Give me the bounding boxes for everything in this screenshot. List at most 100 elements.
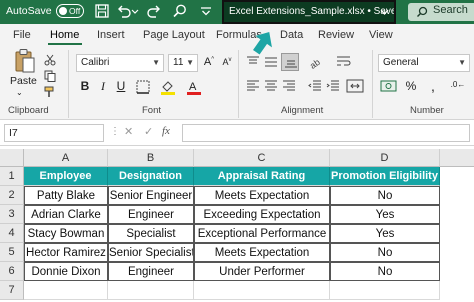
row-header-4[interactable]: 4: [0, 224, 24, 243]
middle-align-icon[interactable]: [264, 56, 278, 68]
paste-label[interactable]: Paste: [10, 75, 37, 87]
file-name-box[interactable]: Excel Extensions_Sample.xlsx • Saved: [222, 0, 396, 24]
redo-icon[interactable]: [146, 3, 162, 19]
percent-style-icon[interactable]: %: [404, 79, 418, 93]
name-box[interactable]: I7: [4, 124, 104, 142]
title-bar: AutoSave Off Excel Extensions_Sample.xls…: [0, 0, 474, 24]
column-header-b[interactable]: B: [108, 149, 194, 167]
undo-dropdown-icon[interactable]: [131, 3, 139, 19]
customize-toolbar-icon[interactable]: [198, 3, 214, 19]
column-header-c[interactable]: C: [194, 149, 330, 167]
table-cell[interactable]: Engineer: [108, 205, 194, 224]
accounting-format-icon[interactable]: [380, 79, 398, 93]
worksheet-grid: A B C D 1 2 3 4 5 6 7 Employee Designati…: [0, 149, 474, 302]
paste-dropdown-icon[interactable]: ⌄: [16, 88, 23, 97]
decrease-font-size-icon[interactable]: Av: [220, 57, 234, 67]
format-painter-icon[interactable]: [44, 86, 56, 98]
table-cell[interactable]: Hector Ramirez: [24, 243, 108, 262]
row-header-2[interactable]: 2: [0, 186, 24, 205]
align-right-icon[interactable]: [282, 80, 296, 92]
tab-home[interactable]: Home: [50, 29, 79, 41]
empty-cell[interactable]: [194, 281, 330, 300]
table-cell[interactable]: Stacy Bowman: [24, 224, 108, 243]
undo-icon[interactable]: [116, 3, 132, 19]
bottom-align-button[interactable]: [281, 53, 299, 71]
top-align-icon[interactable]: [246, 56, 260, 68]
increase-decimal-icon[interactable]: .0←: [446, 80, 470, 89]
table-cell[interactable]: Exceptional Performance: [194, 224, 330, 243]
table-cell[interactable]: No: [330, 262, 440, 281]
table-cell[interactable]: Donnie Dixon: [24, 262, 108, 281]
comma-style-icon[interactable]: ,: [426, 78, 440, 94]
copy-icon[interactable]: [44, 70, 56, 82]
decrease-indent-icon[interactable]: [308, 80, 322, 92]
wrap-text-icon[interactable]: [336, 54, 352, 70]
font-name-dropdown[interactable]: Calibri ▼: [76, 54, 164, 72]
save-icon[interactable]: [94, 3, 110, 19]
table-cell[interactable]: Yes: [330, 205, 440, 224]
header-cell-designation[interactable]: Designation: [108, 167, 194, 186]
tab-file[interactable]: File: [13, 29, 31, 41]
table-cell[interactable]: Exceeding Expectation: [194, 205, 330, 224]
table-cell[interactable]: Specialist: [108, 224, 194, 243]
table-cell[interactable]: Under Performer: [194, 262, 330, 281]
table-cell[interactable]: Senior Specialist: [108, 243, 194, 262]
increase-indent-icon[interactable]: [326, 80, 340, 92]
column-header-a[interactable]: A: [24, 149, 108, 167]
search-icon[interactable]: [172, 3, 188, 19]
tab-data[interactable]: Data: [280, 29, 303, 41]
table-cell[interactable]: Patty Blake: [24, 186, 108, 205]
insert-function-icon[interactable]: fx: [162, 125, 170, 137]
table-cell[interactable]: Senior Engineer: [108, 186, 194, 205]
column-header-e[interactable]: [440, 149, 474, 167]
table-cell[interactable]: Adrian Clarke: [24, 205, 108, 224]
alignment-group-label: Alignment: [281, 105, 324, 116]
tab-insert[interactable]: Insert: [97, 29, 125, 41]
row-header-7[interactable]: 7: [0, 281, 24, 300]
empty-cell[interactable]: [330, 281, 440, 300]
font-color-icon[interactable]: A: [186, 79, 202, 95]
table-cell[interactable]: Meets Expectation: [194, 186, 330, 205]
number-format-value: General: [383, 57, 419, 68]
formula-bar-options-icon[interactable]: ⋮: [110, 126, 120, 137]
toggle-knob: [59, 7, 67, 15]
header-cell-employee[interactable]: Employee: [24, 167, 108, 186]
tab-page-layout[interactable]: Page Layout: [143, 29, 205, 41]
underline-icon[interactable]: U: [114, 79, 128, 93]
orientation-icon[interactable]: ab: [308, 54, 324, 70]
tab-review[interactable]: Review: [318, 29, 354, 41]
fill-color-icon[interactable]: [160, 79, 176, 95]
row-header-6[interactable]: 6: [0, 262, 24, 281]
table-cell[interactable]: No: [330, 186, 440, 205]
tab-view[interactable]: View: [369, 29, 393, 41]
cut-icon[interactable]: [44, 54, 56, 66]
row-header-5[interactable]: 5: [0, 243, 24, 262]
cancel-icon[interactable]: ✕: [124, 125, 133, 138]
autosave-toggle[interactable]: Off: [56, 4, 84, 18]
number-format-dropdown[interactable]: General ▼: [378, 54, 470, 72]
formula-input[interactable]: [182, 124, 470, 142]
table-cell[interactable]: Yes: [330, 224, 440, 243]
row-header-1[interactable]: 1: [0, 167, 24, 186]
header-cell-promotion-eligibility[interactable]: Promotion Eligibility: [330, 167, 440, 186]
borders-icon[interactable]: [136, 80, 150, 94]
align-left-icon[interactable]: [246, 80, 260, 92]
bold-icon[interactable]: B: [78, 79, 92, 93]
align-center-icon[interactable]: [264, 80, 278, 92]
increase-font-size-icon[interactable]: A^: [202, 56, 216, 68]
empty-cell[interactable]: [108, 281, 194, 300]
enter-icon[interactable]: ✓: [144, 125, 153, 138]
table-cell[interactable]: Meets Expectation: [194, 243, 330, 262]
row-header-3[interactable]: 3: [0, 205, 24, 224]
table-cell[interactable]: No: [330, 243, 440, 262]
italic-icon[interactable]: I: [96, 79, 110, 94]
empty-cell[interactable]: [24, 281, 108, 300]
column-header-d[interactable]: D: [330, 149, 440, 167]
merge-center-icon[interactable]: [346, 79, 364, 93]
paste-icon[interactable]: [14, 48, 36, 74]
search-box[interactable]: Search: [408, 3, 474, 21]
table-cell[interactable]: Engineer: [108, 262, 194, 281]
select-all-corner[interactable]: [0, 149, 24, 167]
font-size-dropdown[interactable]: 11 ▼: [168, 54, 198, 72]
header-cell-appraisal-rating[interactable]: Appraisal Rating: [194, 167, 330, 186]
